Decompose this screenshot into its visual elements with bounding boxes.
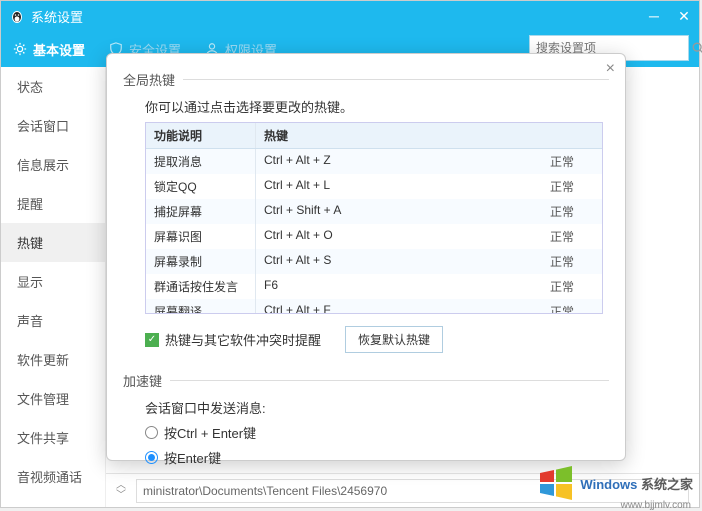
radio-enter[interactable]: 按Enter键: [145, 448, 609, 467]
hotkey-table-header: 功能说明 热键: [146, 123, 602, 149]
radio-ctrl-enter[interactable]: 按Ctrl + Enter键: [145, 423, 609, 442]
hotkey-status: 正常: [542, 299, 602, 313]
hotkey-binding[interactable]: Ctrl + Alt + O: [256, 224, 542, 249]
sidebar-item-sound[interactable]: 声音: [1, 301, 105, 340]
hotkey-status: 正常: [542, 199, 602, 224]
hotkey-fn: 屏幕识图: [146, 224, 256, 249]
hotkey-binding[interactable]: Ctrl + Alt + S: [256, 249, 542, 274]
hotkey-hint: 你可以通过点击选择要更改的热键。: [145, 97, 609, 116]
col-header-function: 功能说明: [146, 123, 256, 148]
scroll-arrows[interactable]: ︿ ﹀: [116, 481, 126, 501]
hotkey-fn: 群通话按住发言: [146, 274, 256, 299]
divider: [183, 79, 609, 80]
hotkey-status: 正常: [542, 174, 602, 199]
chevron-down-icon[interactable]: ﹀: [116, 491, 126, 501]
hotkey-row[interactable]: 屏幕翻译Ctrl + Alt + F正常: [146, 299, 602, 313]
file-path-field[interactable]: ministrator\Documents\Tencent Files\2456…: [136, 479, 689, 503]
section-global-hotkey: 全局热键: [123, 70, 609, 89]
hotkey-table: 功能说明 热键 提取消息Ctrl + Alt + Z正常锁定QQCtrl + A…: [145, 122, 603, 314]
bottom-bar: ︿ ﹀ ministrator\Documents\Tencent Files\…: [106, 473, 699, 507]
tab-label: 基本设置: [33, 40, 85, 59]
hotkey-row[interactable]: 群通话按住发言F6正常: [146, 274, 602, 299]
titlebar: 系统设置 ─ ✕: [1, 1, 699, 31]
col-header-hotkey: 热键: [256, 123, 542, 148]
dialog-close-button[interactable]: ×: [606, 60, 615, 78]
hotkey-row[interactable]: 提取消息Ctrl + Alt + Z正常: [146, 149, 602, 174]
hotkey-fn: 屏幕录制: [146, 249, 256, 274]
radio-icon: [145, 451, 158, 464]
conflict-remind-checkbox[interactable]: ✓ 热键与其它软件冲突时提醒: [145, 330, 321, 349]
hotkey-row[interactable]: 屏幕录制Ctrl + Alt + S正常: [146, 249, 602, 274]
sidebar-item-filemanage[interactable]: 文件管理: [1, 379, 105, 418]
divider: [170, 380, 609, 381]
sidebar-item-status[interactable]: 状态: [1, 67, 105, 106]
sidebar-item-hotkey[interactable]: 热键: [1, 223, 105, 262]
hotkey-status: 正常: [542, 274, 602, 299]
sidebar-item-display[interactable]: 显示: [1, 262, 105, 301]
sidebar-item-reminder[interactable]: 提醒: [1, 184, 105, 223]
col-header-status: [542, 123, 602, 148]
sidebar-item-update[interactable]: 软件更新: [1, 340, 105, 379]
sidebar-item-chatwindow[interactable]: 会话窗口: [1, 106, 105, 145]
hotkey-row[interactable]: 屏幕识图Ctrl + Alt + O正常: [146, 224, 602, 249]
hotkey-binding[interactable]: Ctrl + Shift + A: [256, 199, 542, 224]
window-title: 系统设置: [31, 7, 639, 26]
hotkey-fn: 捕捉屏幕: [146, 199, 256, 224]
restore-default-hotkey-button[interactable]: 恢复默认热键: [345, 326, 443, 353]
sidebar-item-avcall[interactable]: 音视频通话: [1, 457, 105, 496]
hotkey-fn: 提取消息: [146, 149, 256, 174]
hotkey-binding[interactable]: F6: [256, 274, 542, 299]
send-message-label: 会话窗口中发送消息:: [145, 398, 609, 417]
hotkey-status: 正常: [542, 224, 602, 249]
hotkey-status: 正常: [542, 249, 602, 274]
check-icon: ✓: [145, 333, 159, 347]
search-icon: [691, 41, 702, 55]
hotkey-binding[interactable]: Ctrl + Alt + Z: [256, 149, 542, 174]
chevron-up-icon[interactable]: ︿: [116, 481, 126, 491]
tab-basic-settings[interactable]: 基本设置: [13, 40, 85, 59]
hotkey-binding[interactable]: Ctrl + Alt + F: [256, 299, 542, 313]
radio-label: 按Ctrl + Enter键: [164, 423, 256, 442]
hotkey-status: 正常: [542, 149, 602, 174]
section-title-text: 全局热键: [123, 70, 175, 89]
section-accelerator: 加速键: [123, 371, 609, 390]
sidebar-item-fileshare[interactable]: 文件共享: [1, 418, 105, 457]
settings-sidebar: 状态 会话窗口 信息展示 提醒 热键 显示 声音 软件更新 文件管理 文件共享 …: [1, 67, 106, 507]
hotkey-row[interactable]: 锁定QQCtrl + Alt + L正常: [146, 174, 602, 199]
section-title-text: 加速键: [123, 371, 162, 390]
gear-icon: [13, 42, 27, 56]
hotkey-dialog: × 全局热键 你可以通过点击选择要更改的热键。 功能说明 热键 提取消息Ctrl…: [106, 53, 626, 461]
hotkey-binding[interactable]: Ctrl + Alt + L: [256, 174, 542, 199]
close-window-button[interactable]: ✕: [669, 1, 699, 31]
radio-icon: [145, 426, 158, 439]
checkbox-label: 热键与其它软件冲突时提醒: [165, 330, 321, 349]
hotkey-fn: 锁定QQ: [146, 174, 256, 199]
qq-penguin-icon: [9, 8, 25, 24]
sidebar-item-infodisplay[interactable]: 信息展示: [1, 145, 105, 184]
minimize-button[interactable]: ─: [639, 1, 669, 31]
radio-label: 按Enter键: [164, 448, 221, 467]
hotkey-fn: 屏幕翻译: [146, 299, 256, 313]
hotkey-row[interactable]: 捕捉屏幕Ctrl + Shift + A正常: [146, 199, 602, 224]
